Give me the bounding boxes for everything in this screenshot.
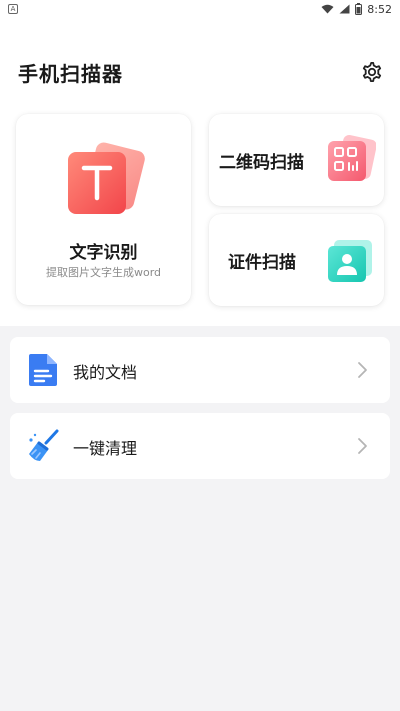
id-scan-card[interactable]: 证件扫描: [209, 214, 384, 306]
chevron-right-icon: [358, 362, 367, 378]
signal-icon: [339, 4, 350, 14]
broom-icon: [29, 429, 59, 461]
id-card-icon: [328, 240, 372, 282]
text-recognition-icon: [68, 142, 145, 214]
app-screen: A 8:52 手机扫描器 文字识别 提取图片文字生成word 二维码扫描 证件扫…: [0, 0, 400, 711]
battery-icon: [355, 3, 363, 15]
qr-scan-label: 二维码扫描: [219, 153, 304, 173]
status-bar: A 8:52: [0, 0, 400, 18]
my-documents-label: 我的文档: [73, 363, 138, 382]
document-icon: [29, 354, 57, 386]
one-key-clean-label: 一键清理: [73, 439, 138, 458]
settings-button[interactable]: [358, 58, 386, 86]
notification-a-icon: A: [8, 4, 18, 14]
ocr-subtitle: 提取图片文字生成word: [45, 266, 162, 279]
one-key-clean-item[interactable]: 一键清理: [10, 413, 390, 479]
wifi-icon: [321, 4, 334, 14]
ocr-title: 文字识别: [69, 243, 138, 263]
qr-code-icon: [328, 135, 376, 181]
id-scan-label: 证件扫描: [228, 253, 296, 273]
home-top-panel: 手机扫描器 文字识别 提取图片文字生成word 二维码扫描 证件扫描: [0, 18, 400, 326]
chevron-right-icon: [358, 438, 367, 454]
gear-icon: [362, 62, 382, 83]
my-documents-item[interactable]: 我的文档: [10, 337, 390, 403]
status-icons: 8:52: [321, 3, 392, 16]
ocr-card[interactable]: 文字识别 提取图片文字生成word: [16, 114, 191, 305]
app-title: 手机扫描器: [18, 62, 123, 86]
qr-scan-card[interactable]: 二维码扫描: [209, 114, 384, 206]
status-time: 8:52: [367, 2, 392, 16]
